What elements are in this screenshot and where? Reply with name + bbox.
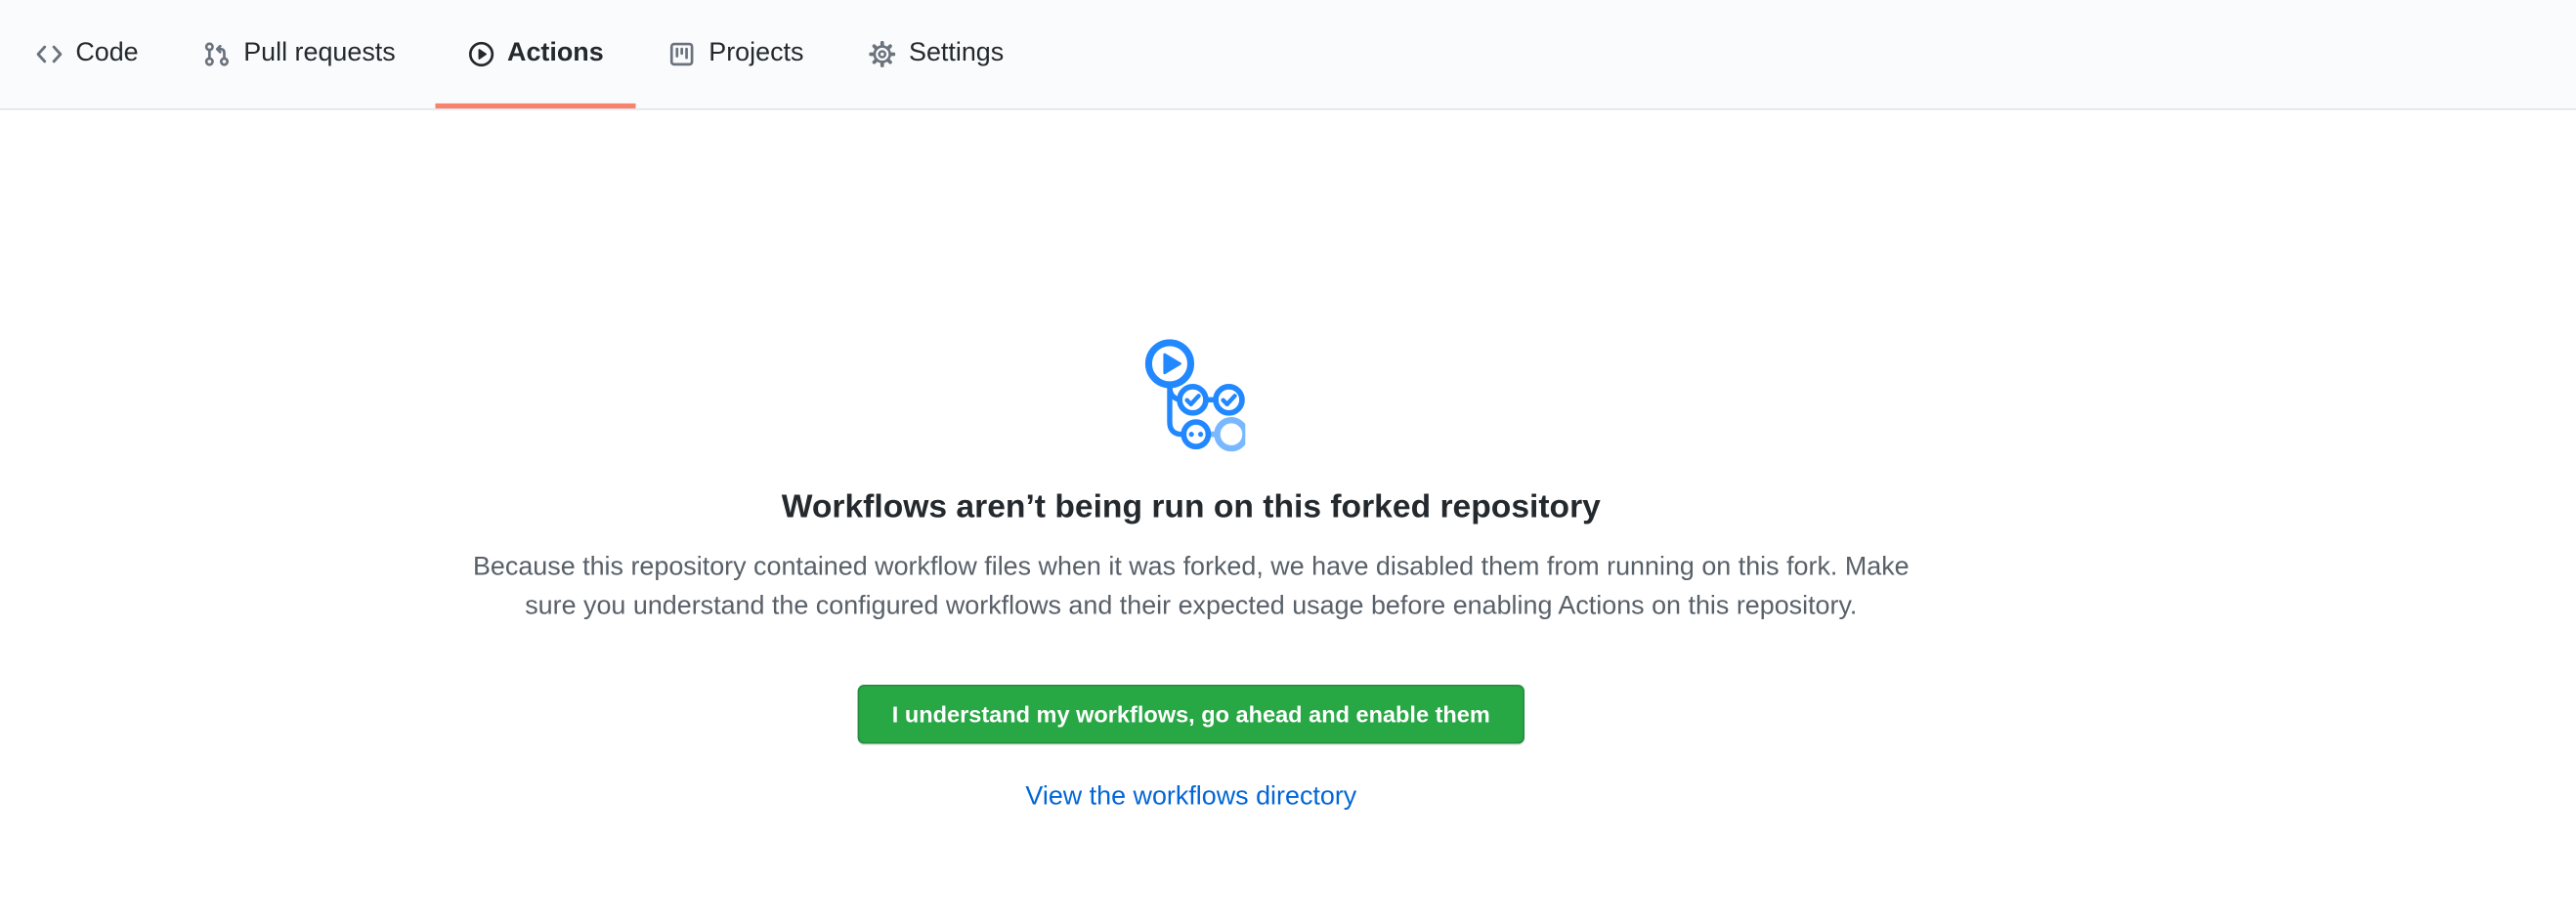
button-row: I understand my workflows, go ahead and … bbox=[0, 685, 2383, 744]
tab-pull-requests-label: Pull requests bbox=[243, 39, 396, 68]
tab-actions[interactable]: Actions bbox=[435, 0, 636, 108]
tab-code-label: Code bbox=[75, 39, 138, 68]
repo-tab-bar: Code Pull requests Actions bbox=[0, 0, 2576, 110]
page: Code Pull requests Actions bbox=[0, 0, 2576, 923]
enable-workflows-button[interactable]: I understand my workflows, go ahead and … bbox=[857, 685, 1524, 744]
actions-empty-state: Workflows aren’t being run on this forke… bbox=[0, 338, 2383, 818]
empty-state-title: Workflows aren’t being run on this forke… bbox=[0, 482, 2383, 531]
link-row: View the workflows directory bbox=[0, 778, 2383, 818]
gear-icon bbox=[870, 41, 896, 67]
tab-settings[interactable]: Settings bbox=[837, 0, 1037, 108]
empty-state-description: Because this repository contained workfl… bbox=[0, 548, 2383, 627]
view-workflows-directory-link[interactable]: View the workflows directory bbox=[1025, 783, 1356, 812]
project-icon bbox=[669, 41, 696, 67]
play-icon bbox=[468, 41, 494, 67]
code-icon bbox=[36, 41, 63, 67]
workflow-illustration-icon bbox=[1137, 338, 1245, 456]
tab-actions-label: Actions bbox=[507, 39, 604, 68]
git-pull-request-icon bbox=[204, 41, 231, 67]
tab-pull-requests[interactable]: Pull requests bbox=[171, 0, 428, 108]
tab-settings-label: Settings bbox=[909, 39, 1004, 68]
tab-projects[interactable]: Projects bbox=[636, 0, 837, 108]
tab-code[interactable]: Code bbox=[3, 0, 171, 108]
tab-projects-label: Projects bbox=[708, 39, 803, 68]
